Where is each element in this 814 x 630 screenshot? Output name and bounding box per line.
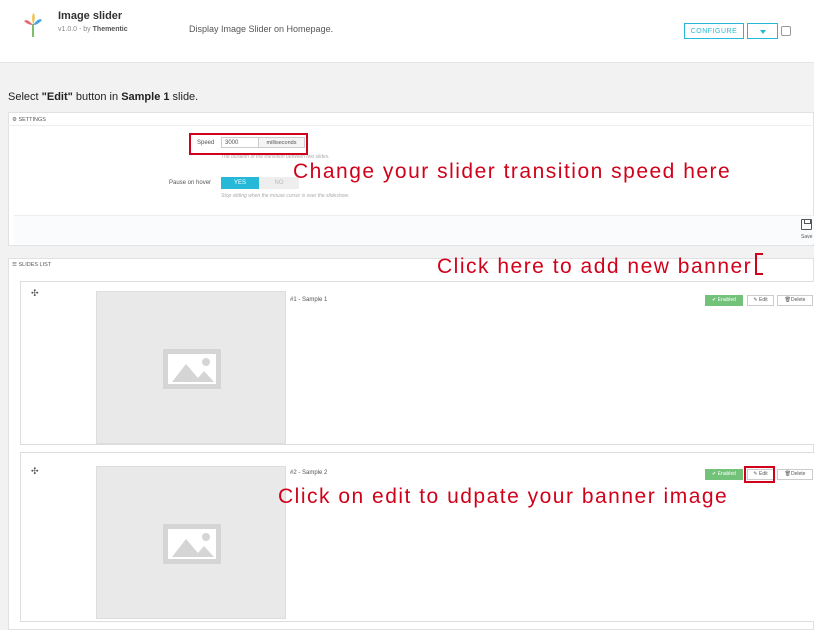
configure-dropdown-toggle[interactable]	[747, 23, 778, 39]
slide-thumbnail	[96, 466, 286, 619]
slide-enabled-label: Enabled	[717, 471, 736, 477]
instruction-text: Select "Edit" button in Sample 1 slide.	[8, 91, 198, 103]
module-select-checkbox[interactable]	[781, 26, 791, 36]
edit-highlight-box	[744, 466, 775, 483]
slide-card: ✣ #1 - Sample 1 ✔ Enabled ✎ Edit 🗑Delete	[20, 281, 814, 445]
callout-add-banner: Click here to add new banner	[437, 253, 764, 279]
pause-on-hover-label: Pause on hover	[169, 180, 212, 186]
module-description: Display Image Slider on Homepage.	[189, 24, 334, 34]
image-placeholder-icon	[163, 349, 221, 389]
pause-yes-toggle[interactable]: YES	[221, 177, 259, 189]
drag-handle-icon[interactable]: ✣	[31, 466, 39, 477]
slide-enabled-button[interactable]: ✔ Enabled	[705, 295, 743, 306]
slide-delete-label: Delete	[790, 297, 806, 303]
settings-header-label: SETTINGS	[18, 117, 46, 123]
pause-help-text: Stop sliding when the mouse cursor is ov…	[221, 193, 350, 199]
image-placeholder-icon	[163, 524, 221, 564]
image-slider-module-icon	[22, 12, 44, 38]
callout-edit: Click on edit to udpate your banner imag…	[278, 485, 729, 508]
settings-header: ⚙ SETTINGS	[12, 117, 46, 123]
save-icon[interactable]	[801, 219, 812, 230]
settings-footer	[14, 215, 814, 244]
slide-card: ✣ #2 - Sample 2 ✔ Enabled ✎ Edit 🗑Delete	[20, 452, 814, 622]
module-meta: v1.0.0 - by Thementic	[58, 26, 128, 33]
callout-add-banner-box	[755, 253, 764, 275]
save-button-label[interactable]: Save	[801, 234, 812, 240]
slide-delete-button[interactable]: 🗑Delete	[777, 295, 813, 306]
slide-title: #1 - Sample 1	[290, 297, 328, 303]
drag-handle-icon[interactable]: ✣	[31, 288, 39, 299]
slide-title: #2 - Sample 2	[290, 470, 328, 476]
instruction-prefix: Select	[8, 91, 42, 103]
slides-list-header-label: SLIDES LIST	[18, 262, 52, 268]
instruction-slide-name: Sample 1	[121, 91, 170, 103]
configure-button[interactable]: CONFIGURE	[684, 23, 744, 39]
slide-enabled-label: Enabled	[717, 297, 736, 303]
slide-delete-button[interactable]: 🗑Delete	[777, 469, 813, 480]
slides-list-header: ☰ SLIDES LIST	[12, 262, 51, 268]
module-version: v1.0.0 - by	[58, 26, 91, 33]
slide-delete-label: Delete	[790, 471, 806, 477]
instruction-suffix: slide.	[169, 91, 199, 103]
speed-highlight-box	[189, 133, 308, 155]
slide-edit-label: Edit	[758, 297, 768, 303]
instruction-button-name: "Edit"	[41, 91, 73, 103]
instruction-middle: button in	[72, 91, 122, 103]
callout-speed: Change your slider transition speed here	[293, 160, 732, 183]
settings-divider	[8, 125, 814, 126]
slide-edit-button[interactable]: ✎ Edit	[747, 295, 774, 306]
slide-enabled-button[interactable]: ✔ Enabled	[705, 469, 743, 480]
slide-thumbnail	[96, 291, 286, 444]
module-author: Thementic	[92, 26, 128, 33]
callout-add-banner-text: Click here to add new banner	[437, 255, 753, 278]
module-name: Image slider	[58, 10, 123, 22]
